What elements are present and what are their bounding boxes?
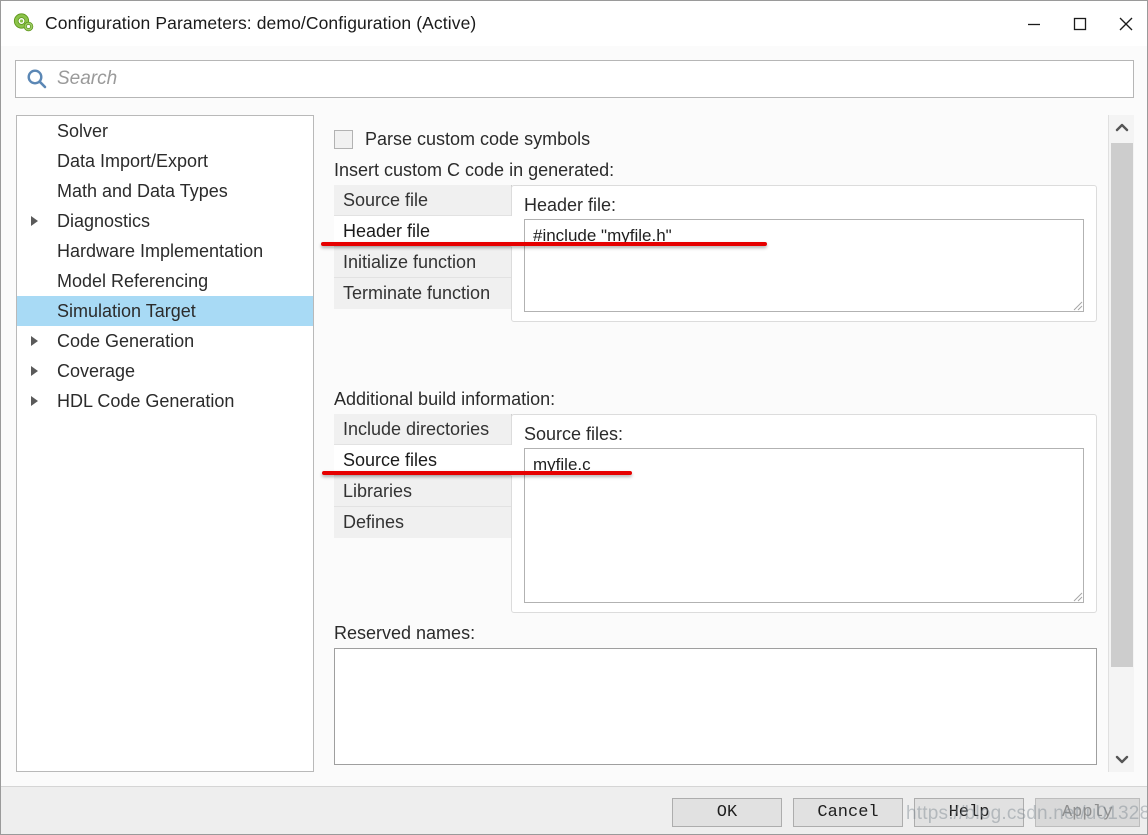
additional-build-information-group: Include directories Source files Librari… — [334, 414, 1097, 613]
tab-label: Source files — [343, 450, 437, 471]
additional-build-information-heading: Additional build information: — [334, 389, 555, 410]
search-box[interactable] — [15, 60, 1134, 98]
tree-item-hdl-code-generation[interactable]: HDL Code Generation — [17, 386, 313, 416]
tree-item-data-import-export[interactable]: Data Import/Export — [17, 146, 313, 176]
chevron-up-icon — [1114, 122, 1130, 134]
parse-custom-code-symbols-row[interactable]: Parse custom code symbols — [334, 129, 590, 150]
build-info-tab-panel: Source files: myfile.c — [511, 414, 1097, 613]
tab-label: Terminate function — [343, 283, 490, 304]
reserved-names-textarea[interactable] — [334, 648, 1097, 765]
help-button[interactable]: Help — [914, 798, 1024, 827]
configuration-parameters-window: Configuration Parameters: demo/Configura… — [0, 0, 1148, 835]
tab-source-file[interactable]: Source file — [334, 185, 511, 216]
tab-initialize-function[interactable]: Initialize function — [334, 247, 511, 278]
tree-item-label: Hardware Implementation — [57, 241, 263, 262]
tree-item-simulation-target[interactable]: Simulation Target — [17, 296, 313, 326]
tree-item-label: Math and Data Types — [57, 181, 228, 202]
tree-item-label: Coverage — [57, 361, 135, 382]
maximize-button[interactable] — [1057, 1, 1103, 46]
simulink-gear-icon — [11, 11, 37, 37]
help-button-label: Help — [949, 803, 990, 822]
apply-button[interactable]: Apply — [1035, 798, 1140, 827]
reserved-names-heading: Reserved names: — [334, 623, 475, 644]
tree-item-diagnostics[interactable]: Diagnostics — [17, 206, 313, 236]
parse-custom-code-symbols-checkbox[interactable] — [334, 130, 353, 149]
minimize-icon — [1026, 16, 1042, 32]
parse-custom-code-symbols-label: Parse custom code symbols — [365, 129, 590, 150]
search-input[interactable] — [57, 68, 957, 90]
source-files-panel-title: Source files: — [524, 424, 623, 445]
content-scrollbar[interactable] — [1108, 115, 1134, 772]
annotation-underline-source-files — [322, 471, 632, 475]
tree-item-label: Data Import/Export — [57, 151, 208, 172]
tab-libraries[interactable]: Libraries — [334, 476, 511, 507]
chevron-right-icon[interactable] — [31, 366, 47, 376]
chevron-right-icon[interactable] — [31, 336, 47, 346]
header-file-panel-title: Header file: — [524, 195, 616, 216]
title-bar: Configuration Parameters: demo/Configura… — [1, 1, 1148, 46]
ok-button[interactable]: OK — [672, 798, 782, 827]
apply-button-label: Apply — [1062, 803, 1113, 822]
insert-code-tabstrip[interactable]: Source file Header file Initialize funct… — [334, 185, 512, 309]
tree-item-math-and-data-types[interactable]: Math and Data Types — [17, 176, 313, 206]
tree-item-label: Diagnostics — [57, 211, 150, 232]
tree-item-label: HDL Code Generation — [57, 391, 234, 412]
close-icon — [1117, 15, 1135, 33]
chevron-right-icon[interactable] — [31, 216, 47, 226]
tab-label: Libraries — [343, 481, 412, 502]
tree-item-solver[interactable]: Solver — [17, 116, 313, 146]
close-button[interactable] — [1103, 1, 1148, 46]
minimize-button[interactable] — [1011, 1, 1057, 46]
cancel-button-label: Cancel — [817, 803, 878, 822]
cancel-button[interactable]: Cancel — [793, 798, 903, 827]
settings-content-pane: Parse custom code symbols Insert custom … — [326, 115, 1106, 772]
search-row — [1, 46, 1148, 114]
search-icon — [25, 67, 49, 91]
tree-item-label: Simulation Target — [57, 301, 196, 322]
settings-tree-panel[interactable]: Solver Data Import/Export Math and Data … — [16, 115, 314, 772]
tree-item-coverage[interactable]: Coverage — [17, 356, 313, 386]
tab-include-directories[interactable]: Include directories — [334, 414, 511, 445]
maximize-icon — [1072, 16, 1088, 32]
insert-custom-c-code-group: Source file Header file Initialize funct… — [334, 185, 1097, 322]
tab-label: Initialize function — [343, 252, 476, 273]
tree-item-label: Code Generation — [57, 331, 194, 352]
ok-button-label: OK — [717, 803, 737, 822]
header-file-textarea[interactable]: #include "myfile.h" — [524, 219, 1084, 312]
build-info-tabstrip[interactable]: Include directories Source files Librari… — [334, 414, 512, 538]
annotation-underline-header-file — [321, 242, 767, 246]
dialog-footer: OK Cancel Help Apply — [1, 786, 1148, 834]
tab-defines[interactable]: Defines — [334, 507, 511, 538]
scroll-down-button[interactable] — [1109, 746, 1135, 772]
tab-label: Source file — [343, 190, 428, 211]
tab-label: Defines — [343, 512, 404, 533]
tree-item-code-generation[interactable]: Code Generation — [17, 326, 313, 356]
insert-code-tab-panel: Header file: #include "myfile.h" — [511, 185, 1097, 322]
tree-item-label: Model Referencing — [57, 271, 208, 292]
tree-item-label: Solver — [57, 121, 108, 142]
tab-label: Header file — [343, 221, 430, 242]
chevron-right-icon[interactable] — [31, 396, 47, 406]
insert-custom-c-code-heading: Insert custom C code in generated: — [334, 160, 614, 181]
window-title: Configuration Parameters: demo/Configura… — [45, 13, 476, 34]
scrollbar-thumb[interactable] — [1111, 143, 1133, 667]
tree-item-model-referencing[interactable]: Model Referencing — [17, 266, 313, 296]
tree-item-hardware-implementation[interactable]: Hardware Implementation — [17, 236, 313, 266]
window-controls — [1011, 1, 1148, 46]
tab-label: Include directories — [343, 419, 489, 440]
chevron-down-icon — [1114, 753, 1130, 765]
scroll-up-button[interactable] — [1109, 115, 1135, 141]
tab-terminate-function[interactable]: Terminate function — [334, 278, 511, 309]
